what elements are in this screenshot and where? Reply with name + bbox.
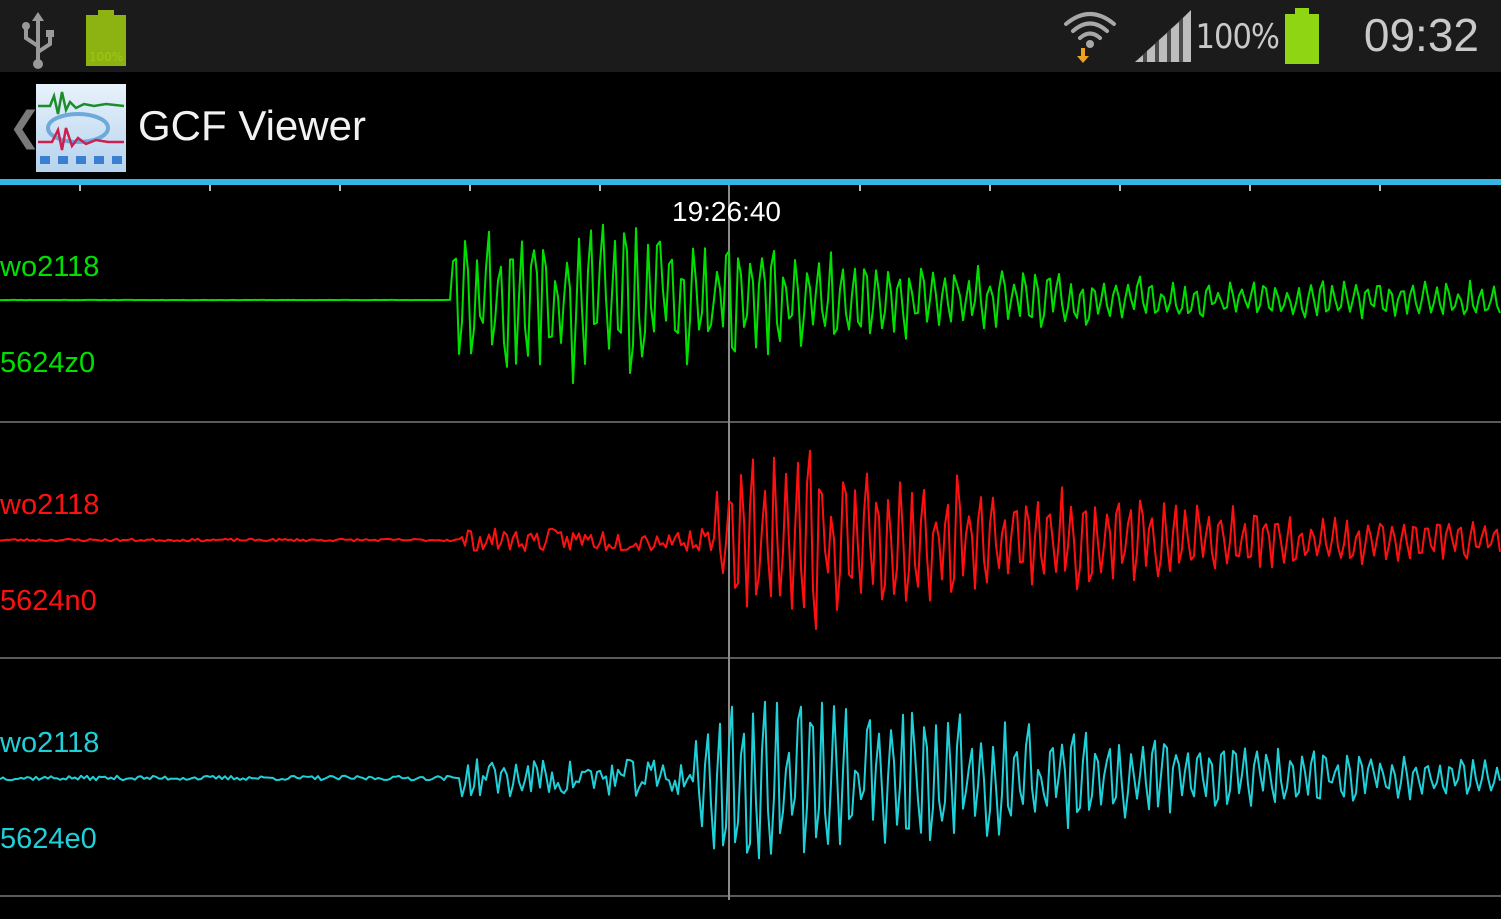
waveform-trace-5624e0 <box>0 700 1501 860</box>
trace-station: wo2118 <box>0 727 100 759</box>
trace-stream: 5624e0 <box>0 823 97 855</box>
app-title: GCF Viewer <box>138 102 366 149</box>
trace-station: wo2118 <box>0 251 100 283</box>
battery-small-label: 100% <box>88 50 124 64</box>
wifi-icon <box>1064 12 1116 63</box>
signal-icon <box>1135 10 1191 62</box>
seismogram-viewer[interactable]: 19:26:40 wo2118 5624z0 wo2118 5624n0 wo2… <box>0 185 1501 900</box>
seismogram-canvas[interactable] <box>0 185 1501 900</box>
status-bar: 100% 100% 09:32 <box>0 0 1501 72</box>
waveform-trace-5624z0 <box>0 223 1501 385</box>
trace-station: wo2118 <box>0 489 100 521</box>
trace-stream: 5624z0 <box>0 347 96 379</box>
trace-label-n[interactable]: wo2118 5624n0 <box>0 425 99 681</box>
waveform-trace-5624n0 <box>0 449 1501 630</box>
waveforms <box>0 223 1501 860</box>
trace-stream: 5624n0 <box>0 585 97 617</box>
time-marker-label: 19:26:40 <box>672 196 781 227</box>
app-logo-icon[interactable] <box>36 84 126 172</box>
action-bar: ❮ GCF Viewer <box>0 72 1501 180</box>
trace-label-e[interactable]: wo2118 5624e0 <box>0 663 99 919</box>
battery-icon <box>1285 8 1319 64</box>
clock: 09:32 <box>1363 9 1479 61</box>
usb-icon <box>22 12 54 69</box>
battery-percent: 100% <box>1195 17 1280 57</box>
trace-label-z[interactable]: wo2118 5624z0 <box>0 187 99 443</box>
